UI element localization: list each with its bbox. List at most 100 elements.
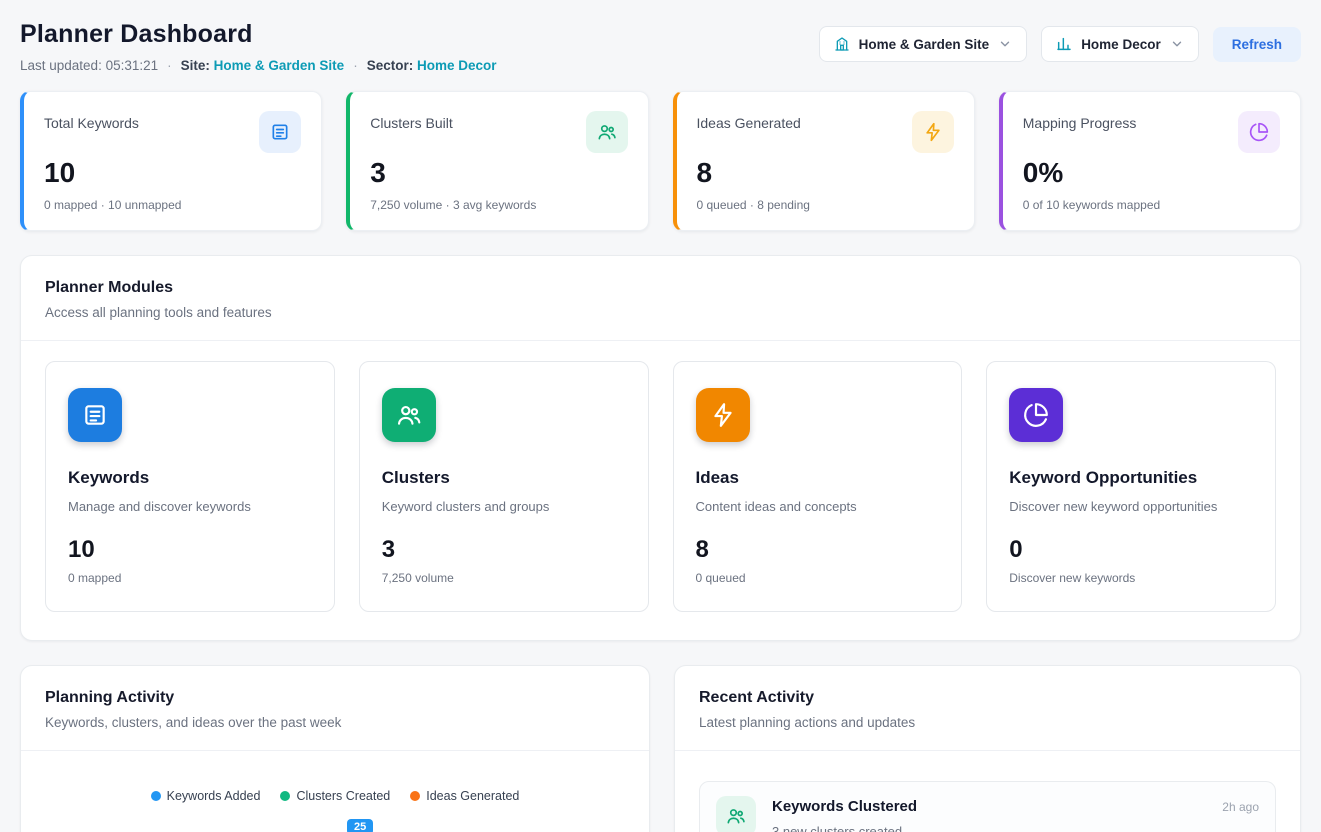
- module-card-clusters[interactable]: Clusters Keyword clusters and groups 3 7…: [359, 361, 649, 612]
- legend-label: Ideas Generated: [426, 789, 519, 803]
- stat-card-clusters-built: Clusters Built 3 7,250 volume · 3 avg ke…: [346, 91, 648, 231]
- pie-chart-icon: [1009, 388, 1063, 442]
- stat-card-total-keywords: Total Keywords 10 0 mapped · 10 unmapped: [20, 91, 322, 231]
- point-label-peak: 25: [347, 819, 373, 832]
- site-link[interactable]: Home & Garden Site: [214, 58, 345, 73]
- building-icon: [834, 36, 850, 52]
- legend-dot-orange: [410, 791, 420, 801]
- stat-detail: 0 queued · 8 pending: [697, 198, 954, 212]
- recent-activity-subtitle: Latest planning actions and updates: [699, 715, 1276, 730]
- stats-row: Total Keywords 10 0 mapped · 10 unmapped…: [20, 91, 1301, 231]
- stat-value: 8: [697, 157, 954, 189]
- separator-dot: ·: [353, 58, 358, 73]
- bar-chart-icon: [1056, 36, 1072, 52]
- site-selector-label: Home & Garden Site: [859, 37, 990, 52]
- activity-item-text: Keywords Clustered 3 new clusters create…: [772, 796, 1206, 832]
- planner-dashboard-page: Planner Dashboard Last updated: 05:31:21…: [0, 0, 1321, 832]
- site-meta: Site: Home & Garden Site: [181, 58, 345, 73]
- module-card-ideas[interactable]: Ideas Content ideas and concepts 8 0 que…: [673, 361, 963, 612]
- module-title: Ideas: [696, 468, 940, 488]
- refresh-button[interactable]: Refresh: [1213, 27, 1301, 62]
- stat-detail: 0 mapped · 10 unmapped: [44, 198, 301, 212]
- modules-subtitle: Access all planning tools and features: [45, 305, 1276, 320]
- module-description: Discover new keyword opportunities: [1009, 499, 1253, 514]
- lightning-icon: [696, 388, 750, 442]
- module-title: Keyword Opportunities: [1009, 468, 1253, 488]
- module-card-keywords[interactable]: Keywords Manage and discover keywords 10…: [45, 361, 335, 612]
- stat-card-header: Mapping Progress: [1023, 111, 1280, 153]
- keywords-icon: [68, 388, 122, 442]
- legend-item-ideas-generated: Ideas Generated: [410, 789, 519, 803]
- module-card-keyword-opportunities[interactable]: Keyword Opportunities Discover new keywo…: [986, 361, 1276, 612]
- page-header: Planner Dashboard Last updated: 05:31:21…: [20, 20, 1301, 73]
- activity-item-keywords-clustered: Keywords Clustered 3 new clusters create…: [699, 781, 1276, 832]
- stat-label: Total Keywords: [44, 111, 139, 131]
- sector-link[interactable]: Home Decor: [417, 58, 497, 73]
- sector-label: Sector:: [367, 58, 414, 73]
- sector-selector[interactable]: Home Decor: [1041, 26, 1199, 62]
- legend-dot-green: [280, 791, 290, 801]
- chevron-down-icon: [998, 37, 1012, 51]
- recent-activity-card: Recent Activity Latest planning actions …: [674, 665, 1301, 832]
- clusters-icon: [586, 111, 628, 153]
- recent-activity-header: Recent Activity Latest planning actions …: [675, 666, 1300, 751]
- module-value: 10: [68, 536, 312, 564]
- module-description: Manage and discover keywords: [68, 499, 312, 514]
- modules-title: Planner Modules: [45, 279, 1276, 297]
- pie-chart-icon: [1238, 111, 1280, 153]
- module-detail: 0 queued: [696, 571, 940, 585]
- legend-label: Keywords Added: [167, 789, 261, 803]
- header-meta: Last updated: 05:31:21 · Site: Home & Ga…: [20, 58, 497, 73]
- chevron-down-icon: [1170, 37, 1184, 51]
- legend-item-keywords-added: Keywords Added: [151, 789, 261, 803]
- stat-card-mapping-progress: Mapping Progress 0% 0 of 10 keywords map…: [999, 91, 1301, 231]
- sector-selector-label: Home Decor: [1081, 37, 1161, 52]
- planner-modules-section: Planner Modules Access all planning tool…: [20, 255, 1301, 641]
- module-description: Content ideas and concepts: [696, 499, 940, 514]
- chart-legend: Keywords Added Clusters Created Ideas Ge…: [45, 789, 625, 803]
- stat-label: Mapping Progress: [1023, 111, 1137, 131]
- legend-dot-blue: [151, 791, 161, 801]
- stat-label: Ideas Generated: [697, 111, 801, 131]
- planning-activity-card: Planning Activity Keywords, clusters, an…: [20, 665, 650, 832]
- site-label: Site:: [181, 58, 210, 73]
- recent-activity-title: Recent Activity: [699, 689, 1276, 707]
- clusters-icon: [382, 388, 436, 442]
- stat-detail: 0 of 10 keywords mapped: [1023, 198, 1280, 212]
- module-title: Keywords: [68, 468, 312, 488]
- stat-card-ideas-generated: Ideas Generated 8 0 queued · 8 pending: [673, 91, 975, 231]
- header-left: Planner Dashboard Last updated: 05:31:21…: [20, 20, 497, 73]
- area-chart-canvas: 25: [45, 817, 625, 832]
- activity-area-chart: 25 25 24: [45, 817, 625, 832]
- stat-card-header: Ideas Generated: [697, 111, 954, 153]
- recent-activity-list: Keywords Clustered 3 new clusters create…: [675, 751, 1300, 832]
- site-selector[interactable]: Home & Garden Site: [819, 26, 1028, 62]
- legend-label: Clusters Created: [296, 789, 390, 803]
- activity-item-description: 3 new clusters created: [772, 824, 1206, 832]
- lightning-icon: [912, 111, 954, 153]
- sector-meta: Sector: Home Decor: [367, 58, 497, 73]
- module-title: Clusters: [382, 468, 626, 488]
- clusters-icon: [716, 796, 756, 832]
- planning-activity-title: Planning Activity: [45, 689, 625, 707]
- legend-item-clusters-created: Clusters Created: [280, 789, 390, 803]
- bottom-row: Planning Activity Keywords, clusters, an…: [20, 665, 1301, 832]
- planning-activity-body: Keywords Added Clusters Created Ideas Ge…: [21, 751, 649, 832]
- module-value: 8: [696, 536, 940, 564]
- module-value: 0: [1009, 536, 1253, 564]
- modules-grid: Keywords Manage and discover keywords 10…: [21, 341, 1300, 640]
- planning-activity-header: Planning Activity Keywords, clusters, an…: [21, 666, 649, 751]
- stat-card-header: Total Keywords: [44, 111, 301, 153]
- module-value: 3: [382, 536, 626, 564]
- module-description: Keyword clusters and groups: [382, 499, 626, 514]
- stat-card-header: Clusters Built: [370, 111, 627, 153]
- module-detail: Discover new keywords: [1009, 571, 1253, 585]
- header-controls: Home & Garden Site Home Decor Refresh: [819, 26, 1301, 62]
- modules-header: Planner Modules Access all planning tool…: [21, 256, 1300, 341]
- module-detail: 0 mapped: [68, 571, 312, 585]
- stat-value: 0%: [1023, 157, 1280, 189]
- stat-label: Clusters Built: [370, 111, 452, 131]
- module-detail: 7,250 volume: [382, 571, 626, 585]
- stat-detail: 7,250 volume · 3 avg keywords: [370, 198, 627, 212]
- last-updated-text: Last updated: 05:31:21: [20, 58, 158, 73]
